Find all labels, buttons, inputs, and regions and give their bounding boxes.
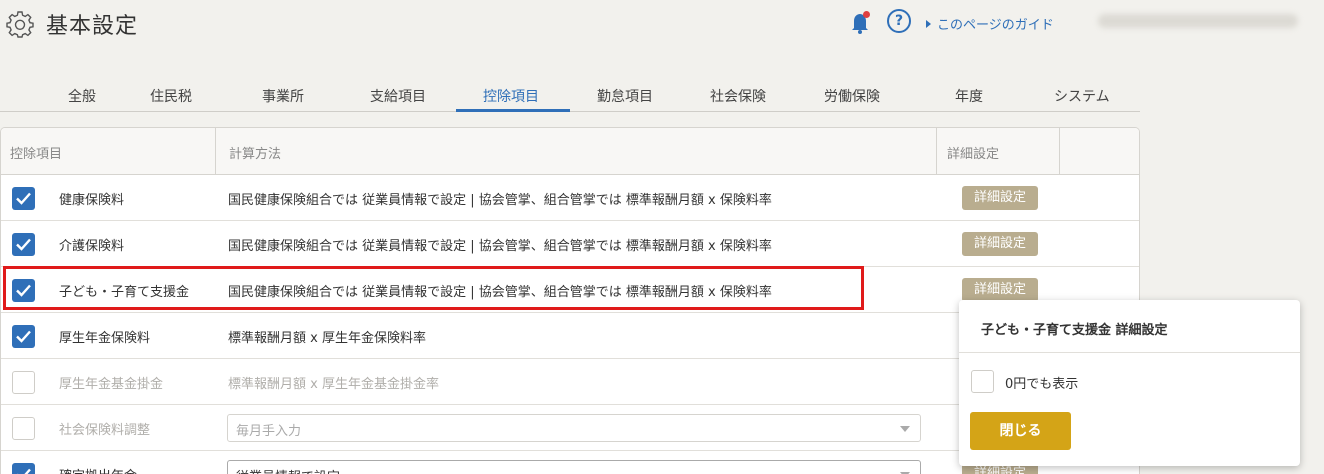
chevron-down-icon bbox=[900, 426, 910, 432]
checkmark-icon bbox=[16, 192, 31, 205]
calculation-method: 標準報酬月額 x 厚生年金基金掛金率 bbox=[228, 377, 439, 392]
item-name: 確定拠出年金 bbox=[59, 465, 137, 474]
highlight-box bbox=[3, 266, 864, 310]
tab-labor-insurance[interactable]: 労働保険 bbox=[824, 86, 880, 106]
settings-tabs: 全般 住民税 事業所 支給項目 控除項目 勤怠項目 社会保険 労働保険 年度 シ… bbox=[0, 78, 1140, 112]
tab-deduction-items[interactable]: 控除項目 bbox=[483, 86, 539, 106]
column-divider bbox=[215, 128, 216, 175]
bell-icon[interactable] bbox=[850, 10, 872, 34]
table-row: 健康保険料 国民健康保険組合では 従業員情報で設定 | 協会管掌、組合管掌では … bbox=[1, 175, 1139, 221]
close-button[interactable]: 閉じる bbox=[970, 412, 1071, 450]
page-guide-link[interactable]: このページのガイド bbox=[926, 14, 1054, 33]
question-circle-icon[interactable]: ? bbox=[887, 9, 911, 33]
item-name: 介護保険料 bbox=[59, 239, 125, 254]
tab-payment-items[interactable]: 支給項目 bbox=[370, 86, 426, 106]
company-name-redacted[interactable] bbox=[1098, 14, 1298, 28]
calculation-method: 国民健康保険組合では 従業員情報で設定 | 協会管掌、組合管掌では 標準報酬月額… bbox=[228, 239, 772, 254]
table-header: 控除項目 計算方法 詳細設定 bbox=[1, 128, 1139, 175]
tab-system[interactable]: システム bbox=[1054, 86, 1110, 106]
row-checkbox[interactable] bbox=[12, 417, 35, 440]
column-header-item: 控除項目 bbox=[10, 147, 63, 162]
item-name: 健康保険料 bbox=[59, 193, 125, 208]
select-value: 従業員情報で設定 bbox=[236, 466, 340, 474]
calculation-method: 国民健康保険組合では 従業員情報で設定 | 協会管掌、組合管掌では 標準報酬月額… bbox=[228, 193, 772, 208]
item-name: 厚生年金基金掛金 bbox=[59, 377, 164, 392]
checkmark-icon bbox=[17, 468, 31, 474]
column-header-detail: 詳細設定 bbox=[947, 147, 1000, 162]
tab-office[interactable]: 事業所 bbox=[262, 86, 304, 106]
item-name: 厚生年金保険料 bbox=[59, 331, 151, 346]
calculation-method-select[interactable]: 従業員情報で設定 bbox=[227, 460, 921, 474]
calculation-method: 標準報酬月額 x 厚生年金保険料率 bbox=[228, 331, 426, 346]
show-zero-label[interactable]: 0円でも表示 bbox=[1005, 373, 1078, 392]
detail-settings-popup: 子ども・子育て支援金 詳細設定 0円でも表示 閉じる bbox=[959, 300, 1300, 466]
gear-icon bbox=[6, 11, 34, 38]
tab-fiscal-year[interactable]: 年度 bbox=[955, 86, 983, 106]
checkmark-icon bbox=[16, 330, 31, 343]
select-value: 毎月手入力 bbox=[236, 424, 302, 439]
triangle-right-icon bbox=[926, 20, 931, 28]
tab-general[interactable]: 全般 bbox=[68, 86, 96, 106]
row-checkbox[interactable] bbox=[12, 463, 35, 474]
row-checkbox[interactable] bbox=[12, 233, 35, 256]
item-name: 社会保険料調整 bbox=[59, 423, 151, 438]
detail-settings-button[interactable]: 詳細設定 bbox=[962, 186, 1038, 210]
tab-resident-tax[interactable]: 住民税 bbox=[150, 86, 192, 106]
tab-attendance-items[interactable]: 勤怠項目 bbox=[597, 86, 653, 106]
page-title: 基本設定 bbox=[46, 14, 139, 39]
tab-social-insurance[interactable]: 社会保険 bbox=[710, 86, 766, 106]
column-header-method: 計算方法 bbox=[229, 147, 282, 162]
row-checkbox[interactable] bbox=[12, 187, 35, 210]
row-checkbox[interactable] bbox=[12, 371, 35, 394]
column-divider bbox=[936, 128, 937, 175]
page-guide-label: このページのガイド bbox=[937, 18, 1054, 33]
table-row: 介護保険料 国民健康保険組合では 従業員情報で設定 | 協会管掌、組合管掌では … bbox=[1, 221, 1139, 267]
popup-divider bbox=[959, 352, 1300, 353]
popup-title: 子ども・子育て支援金 詳細設定 bbox=[981, 323, 1168, 338]
row-checkbox[interactable] bbox=[12, 325, 35, 348]
detail-settings-button[interactable]: 詳細設定 bbox=[962, 278, 1038, 302]
active-tab-indicator bbox=[456, 109, 570, 112]
page-header: 基本設定 ? このページのガイド bbox=[0, 0, 1324, 50]
detail-settings-button[interactable]: 詳細設定 bbox=[962, 232, 1038, 256]
checkmark-icon bbox=[16, 238, 31, 251]
show-zero-checkbox[interactable] bbox=[971, 370, 994, 393]
column-divider bbox=[1059, 128, 1060, 175]
calculation-method-select[interactable]: 毎月手入力 bbox=[227, 414, 921, 442]
